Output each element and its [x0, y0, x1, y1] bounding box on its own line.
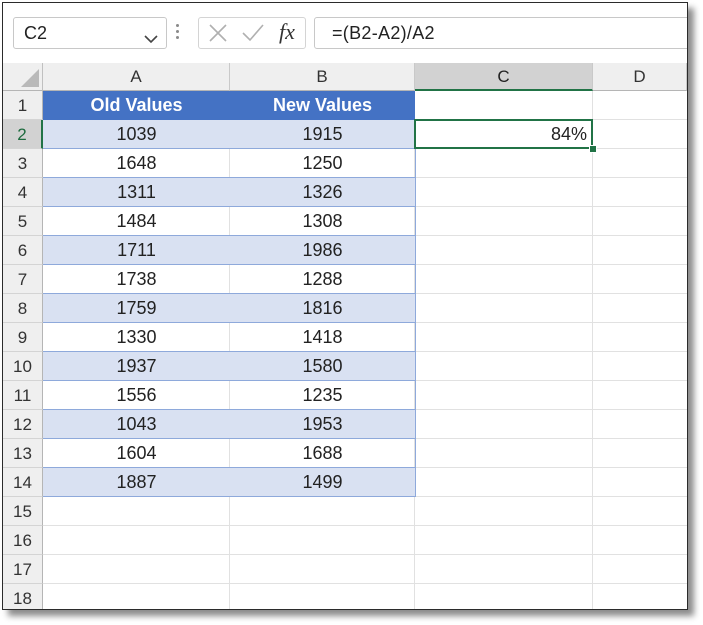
- table-cell[interactable]: 1937: [43, 352, 230, 381]
- row-header-15[interactable]: 15: [3, 497, 43, 526]
- table-cell[interactable]: 1580: [230, 352, 415, 381]
- table-cell[interactable]: 1688: [230, 439, 415, 468]
- formula-buttons: fx: [198, 17, 306, 49]
- row-header-12[interactable]: 12: [3, 410, 43, 439]
- row-header-17[interactable]: 17: [3, 555, 43, 584]
- table-header-cell[interactable]: New Values: [230, 91, 415, 120]
- check-icon[interactable]: [241, 22, 265, 49]
- table-cell[interactable]: 1604: [43, 439, 230, 468]
- row-header-4[interactable]: 4: [3, 178, 43, 207]
- table-cell[interactable]: 1039: [43, 120, 230, 149]
- row-header-10[interactable]: 10: [3, 352, 43, 381]
- grid-line: [43, 554, 687, 555]
- row-header-3[interactable]: 3: [3, 149, 43, 178]
- excel-window: C2 fx =(B2-A2)/A2 A B C D 1 2 3 4 5 6 7 8 9 10 11 12 13 1…: [2, 2, 688, 610]
- row-header-7[interactable]: 7: [3, 265, 43, 294]
- column-header-d[interactable]: D: [593, 63, 687, 91]
- fill-handle[interactable]: [589, 145, 597, 153]
- row-header-16[interactable]: 16: [3, 526, 43, 555]
- table-cell[interactable]: 1311: [43, 178, 230, 207]
- table-header-cell[interactable]: Old Values: [43, 91, 230, 120]
- table-border: [415, 120, 416, 497]
- formula-bar-grip-icon[interactable]: [174, 21, 180, 45]
- table-cell[interactable]: 1308: [230, 207, 415, 236]
- table-border: [43, 496, 415, 497]
- table-cell[interactable]: 1330: [43, 323, 230, 352]
- row-header-11[interactable]: 11: [3, 381, 43, 410]
- table-cell[interactable]: 1043: [43, 410, 230, 439]
- formula-text: =(B2-A2)/A2: [332, 23, 435, 43]
- column-header-b[interactable]: B: [230, 63, 415, 91]
- column-header-a[interactable]: A: [43, 63, 230, 91]
- name-box-value: C2: [24, 23, 48, 43]
- table-cell[interactable]: 1250: [230, 149, 415, 178]
- grid-line: [43, 525, 687, 526]
- table-cell[interactable]: 1711: [43, 236, 230, 265]
- formula-input[interactable]: =(B2-A2)/A2: [314, 17, 687, 49]
- row-header-14[interactable]: 14: [3, 468, 43, 497]
- chevron-down-icon[interactable]: [144, 28, 158, 49]
- cell-selection-border: [414, 119, 593, 149]
- row-header-9[interactable]: 9: [3, 323, 43, 352]
- table-cell[interactable]: 1953: [230, 410, 415, 439]
- row-header-1[interactable]: 1: [3, 91, 43, 120]
- table-cell[interactable]: 1915: [230, 120, 415, 149]
- fx-icon[interactable]: fx: [279, 19, 295, 45]
- worksheet-grid[interactable]: A B C D 1 2 3 4 5 6 7 8 9 10 11 12 13 14 15 16 17 18 Old Value…: [3, 63, 687, 609]
- table-cell[interactable]: 1326: [230, 178, 415, 207]
- row-header-6[interactable]: 6: [3, 236, 43, 265]
- row-header-5[interactable]: 5: [3, 207, 43, 236]
- table-cell[interactable]: 1288: [230, 265, 415, 294]
- table-cell[interactable]: 1556: [43, 381, 230, 410]
- table-cell[interactable]: 1235: [230, 381, 415, 410]
- row-header-18[interactable]: 18: [3, 584, 43, 609]
- table-cell[interactable]: 1484: [43, 207, 230, 236]
- select-all-corner[interactable]: [3, 63, 43, 91]
- row-header-2[interactable]: 2: [3, 120, 43, 149]
- column-header-c[interactable]: C: [415, 63, 593, 91]
- row-header-8[interactable]: 8: [3, 294, 43, 323]
- row-header-13[interactable]: 13: [3, 439, 43, 468]
- name-box[interactable]: C2: [13, 17, 167, 49]
- formula-bar: C2 fx =(B2-A2)/A2: [3, 3, 687, 59]
- table-cell[interactable]: 1759: [43, 294, 230, 323]
- table-cell[interactable]: 1887: [43, 468, 230, 497]
- x-icon[interactable]: [207, 22, 229, 49]
- table-cell[interactable]: 1418: [230, 323, 415, 352]
- table-cell[interactable]: 1986: [230, 236, 415, 265]
- table-cell[interactable]: 1499: [230, 468, 415, 497]
- table-cell[interactable]: 1738: [43, 265, 230, 294]
- table-cell[interactable]: 1816: [230, 294, 415, 323]
- grid-line: [43, 583, 687, 584]
- table-cell[interactable]: 1648: [43, 149, 230, 178]
